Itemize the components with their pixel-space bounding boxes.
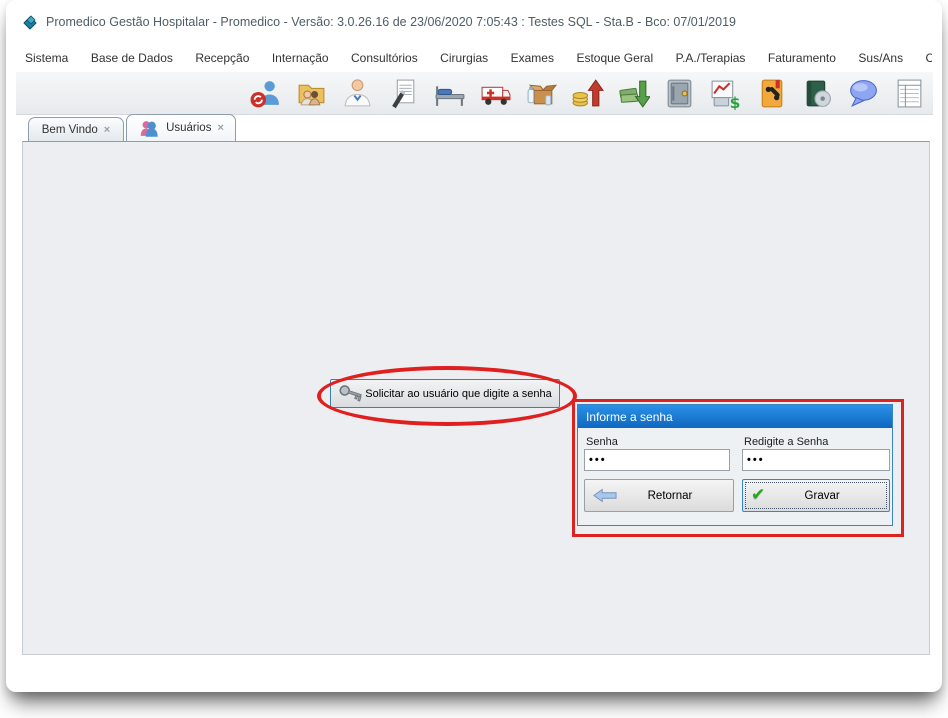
redigite-label: Redigite a Senha (744, 436, 828, 448)
menu-estoque-geral[interactable]: Estoque Geral (567, 48, 662, 68)
check-icon: ✔ (751, 487, 765, 504)
senha-dialog: Informe a senha Senha Redigite a Senha R… (577, 404, 893, 526)
screenshot-stage: Promedico Gestão Hospitalar - Promedico … (0, 0, 948, 718)
menu-cirurgias[interactable]: Cirurgias (431, 48, 497, 68)
dialog-gravar-button[interactable]: ✔ Gravar (742, 479, 890, 512)
menu-sistema[interactable]: Sistema (16, 48, 77, 68)
tab-bem-vindo-label: Bem Vindo (42, 124, 98, 136)
finance-chart-icon[interactable]: $ (708, 76, 743, 111)
menu-faturamento[interactable]: Faturamento (759, 48, 845, 68)
tab-usuarios[interactable]: Usuários × (126, 114, 236, 141)
report-icon[interactable] (892, 76, 927, 111)
users-folder-icon[interactable] (294, 76, 329, 111)
users-icon (138, 120, 160, 137)
tab-bar: Bem Vindo × Usuários × (22, 113, 930, 141)
doctor-icon[interactable] (340, 76, 375, 111)
menu-bar: Sistema Base de Dados Recepção Internaçã… (16, 48, 932, 70)
app-logo-icon (22, 14, 38, 30)
menu-recepcao[interactable]: Recepção (186, 48, 258, 68)
tab-bem-vindo[interactable]: Bem Vindo × (28, 117, 124, 141)
senha-dialog-title: Informe a senha (578, 405, 892, 428)
title-bar: Promedico Gestão Hospitalar - Promedico … (22, 10, 927, 34)
safe-icon[interactable] (662, 76, 697, 111)
left-arrow-icon (593, 488, 617, 503)
dialog-gravar-label: Gravar (765, 490, 879, 502)
ambulance-icon[interactable] (478, 76, 513, 111)
senha-label: Senha (586, 436, 618, 448)
tab-usuarios-close-icon[interactable]: × (217, 122, 223, 134)
dialog-retornar-label: Retornar (617, 490, 723, 502)
users-sync-icon[interactable] (248, 76, 283, 111)
contract-icon[interactable] (386, 76, 421, 111)
dialog-retornar-button[interactable]: Retornar (584, 479, 734, 512)
chat-icon[interactable] (846, 76, 881, 111)
money-down-icon[interactable] (616, 76, 651, 111)
hospital-bed-icon[interactable] (432, 76, 467, 111)
toolbar: $ (16, 72, 933, 115)
svg-text:$: $ (730, 93, 741, 109)
menu-caixa[interactable]: Caixa (917, 48, 932, 68)
menu-sus-ans[interactable]: Sus/Ans (849, 48, 912, 68)
redigite-input[interactable] (742, 449, 890, 471)
menu-internacao[interactable]: Internação (263, 48, 338, 68)
menu-exames[interactable]: Exames (502, 48, 563, 68)
menu-consultorios[interactable]: Consultórios (342, 48, 427, 68)
senha-input[interactable] (584, 449, 730, 471)
red-ellipse-annotation (317, 366, 577, 426)
tab-usuarios-label: Usuários (166, 122, 211, 134)
phone-book-icon[interactable] (754, 76, 789, 111)
money-up-icon[interactable] (570, 76, 605, 111)
stock-box-icon[interactable] (524, 76, 559, 111)
menu-pa-terapias[interactable]: P.A./Terapias (667, 48, 755, 68)
window-title: Promedico Gestão Hospitalar - Promedico … (46, 15, 736, 29)
manual-book-icon[interactable] (800, 76, 835, 111)
tab-bem-vindo-close-icon[interactable]: × (104, 124, 110, 136)
menu-base-de-dados[interactable]: Base de Dados (82, 48, 182, 68)
